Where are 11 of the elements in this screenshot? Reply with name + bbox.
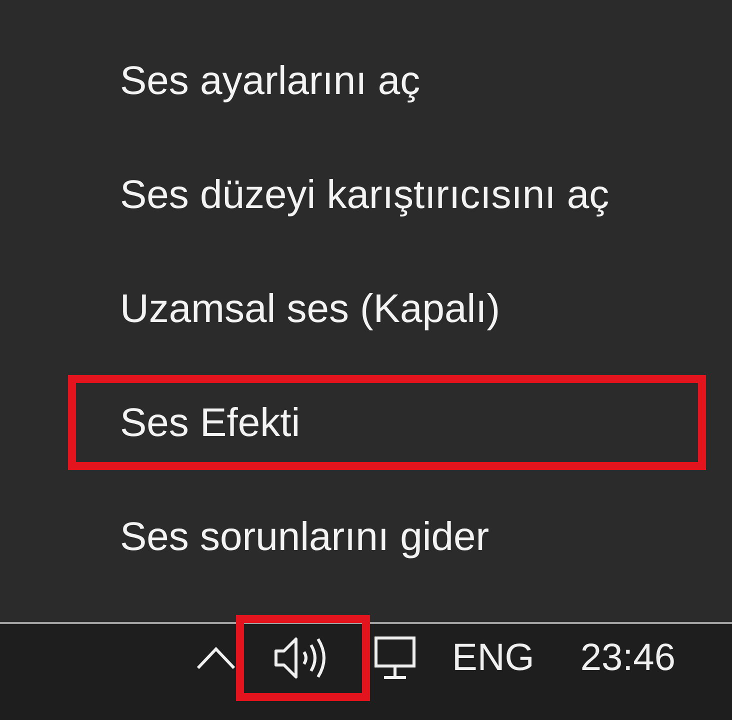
menu-item[interactable]: Ses düzeyi karıştırıcısını aç <box>68 147 706 242</box>
language-indicator[interactable]: ENG <box>452 639 534 677</box>
menu-item[interactable]: Uzamsal ses (Kapalı) <box>68 261 706 356</box>
monitor-icon <box>374 636 416 680</box>
volume-button[interactable] <box>236 615 370 701</box>
network-button[interactable] <box>374 636 416 680</box>
menu-item[interactable]: Ses sorunlarını gider <box>68 489 706 584</box>
menu-item[interactable]: Ses ayarlarını aç <box>68 33 706 128</box>
menu-item[interactable]: Ses Efekti <box>68 375 706 470</box>
chevron-up-icon <box>196 646 236 670</box>
clock[interactable]: 23:46 <box>580 639 676 677</box>
